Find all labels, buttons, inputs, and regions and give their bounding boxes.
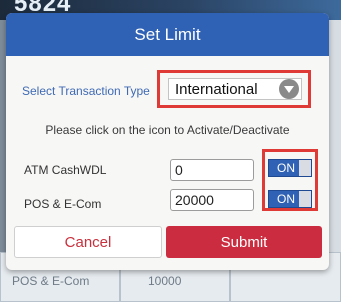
background-table-value: 10000 — [148, 274, 182, 288]
transaction-type-value: International — [175, 80, 258, 98]
background-right-strip — [329, 20, 341, 252]
activate-instruction: Please click on the icon to Activate/Dea… — [45, 123, 290, 137]
atm-cash-toggle-label: ON — [277, 161, 295, 175]
background-table-label: POS & E-Com — [12, 274, 90, 288]
pos-ecom-label: POS & E-Com — [24, 197, 102, 211]
pos-ecom-toggle[interactable]: ON — [268, 190, 312, 208]
dropdown-caret-icon[interactable] — [279, 79, 299, 99]
pos-ecom-toggle-label: ON — [277, 192, 295, 206]
atm-cash-label: ATM CashWDL — [24, 163, 107, 177]
atm-cash-limit-input[interactable]: 0 — [170, 159, 254, 181]
toggle-knob — [299, 160, 311, 176]
cancel-button[interactable]: Cancel — [14, 226, 162, 258]
atm-cash-toggle[interactable]: ON — [268, 159, 312, 177]
submit-button[interactable]: Submit — [166, 226, 322, 258]
pos-ecom-limit-input[interactable]: 20000 — [170, 189, 254, 211]
dialog-title: Set Limit — [134, 24, 201, 44]
toggle-knob — [299, 191, 311, 207]
set-limit-dialog: Set Limit Select Transaction Type Intern… — [6, 13, 329, 270]
transaction-type-select[interactable]: International — [168, 78, 302, 100]
dialog-header: Set Limit — [6, 13, 329, 56]
transaction-type-label: Select Transaction Type — [22, 84, 150, 98]
transaction-type-highlight: International — [157, 70, 311, 108]
